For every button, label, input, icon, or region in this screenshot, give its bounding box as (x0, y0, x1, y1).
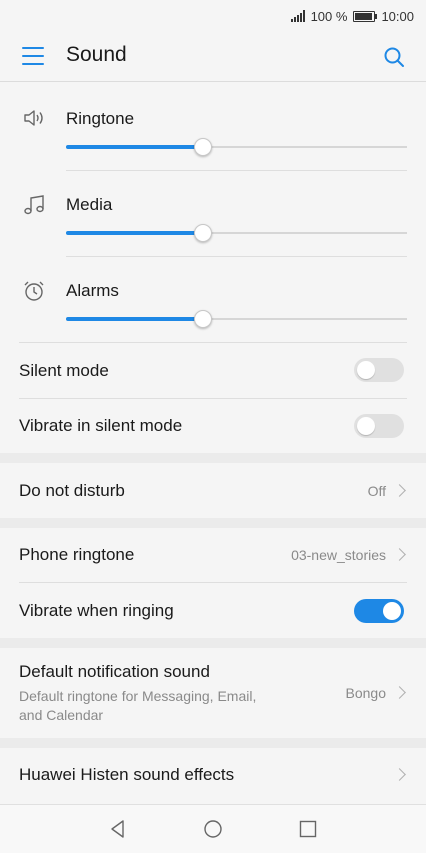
silent-mode-label: Silent mode (19, 361, 109, 380)
slider-thumb[interactable] (194, 310, 212, 328)
battery-percent: 100 % (310, 8, 348, 24)
vibrate-when-ringing-row[interactable]: Vibrate when ringing (0, 583, 426, 638)
volume-label-alarms: Alarms (66, 281, 119, 300)
battery-icon (353, 10, 378, 22)
volume-row-alarms: Alarms (0, 257, 426, 343)
do-not-disturb-row[interactable]: Do not disturb Off (0, 463, 426, 518)
section-gap (0, 453, 426, 463)
ringtone-volume-slider[interactable] (66, 138, 407, 156)
chevron-right-icon (393, 768, 406, 781)
status-bar: 100 % 10:00 (0, 0, 426, 32)
chevron-right-icon (393, 484, 406, 497)
vibrate-when-ringing-label: Vibrate when ringing (19, 601, 174, 620)
recents-square-icon[interactable] (298, 819, 318, 839)
back-triangle-icon[interactable] (108, 819, 128, 839)
hamburger-menu-icon[interactable] (22, 47, 44, 65)
volume-label-media: Media (66, 195, 113, 214)
histen-sound-effects-row[interactable]: Huawei Histen sound effects (0, 748, 426, 800)
volume-row-media: Media (0, 171, 426, 257)
slider-thumb[interactable] (194, 224, 212, 242)
search-icon[interactable] (382, 45, 406, 69)
chevron-right-icon (393, 686, 406, 699)
do-not-disturb-label: Do not disturb (19, 481, 125, 500)
default-notification-sound-subtitle: Default ringtone for Messaging, Email, a… (19, 688, 257, 723)
page-title: Sound (66, 43, 127, 66)
vibrate-in-silent-mode-label: Vibrate in silent mode (19, 416, 183, 435)
music-note-icon (24, 195, 44, 215)
volume-row-ringtone: Ringtone (0, 84, 426, 170)
speaker-icon (24, 110, 43, 126)
phone-ringtone-label: Phone ringtone (19, 545, 135, 564)
vibrate-in-silent-mode-toggle[interactable] (354, 414, 404, 438)
signal-icon (290, 10, 305, 22)
default-notification-sound-value: Bongo (345, 685, 386, 701)
slider-thumb[interactable] (194, 138, 212, 156)
default-notification-sound-label: Default notification sound (19, 662, 210, 681)
clock: 10:00 (381, 8, 414, 24)
do-not-disturb-value: Off (367, 483, 386, 499)
vibrate-in-silent-mode-row[interactable]: Vibrate in silent mode (0, 399, 426, 453)
vibrate-when-ringing-toggle[interactable] (354, 599, 404, 623)
app-bar: Sound (0, 32, 426, 82)
default-notification-sound-row[interactable]: Default notification sound Default ringt… (0, 648, 426, 738)
silent-mode-toggle[interactable] (354, 358, 404, 382)
silent-mode-row[interactable]: Silent mode (0, 343, 426, 398)
section-gap (0, 518, 426, 528)
histen-sound-effects-label: Huawei Histen sound effects (19, 765, 235, 784)
home-circle-icon[interactable] (203, 819, 223, 839)
media-volume-slider[interactable] (66, 224, 407, 242)
volume-label-ringtone: Ringtone (66, 109, 135, 128)
alarm-clock-icon (24, 281, 44, 301)
section-gap (0, 738, 426, 748)
phone-ringtone-row[interactable]: Phone ringtone 03-new_stories (0, 528, 426, 582)
section-gap (0, 638, 426, 648)
chevron-right-icon (393, 548, 406, 561)
navigation-bar (0, 804, 426, 853)
phone-ringtone-value: 03-new_stories (291, 547, 386, 563)
alarms-volume-slider[interactable] (66, 310, 407, 328)
